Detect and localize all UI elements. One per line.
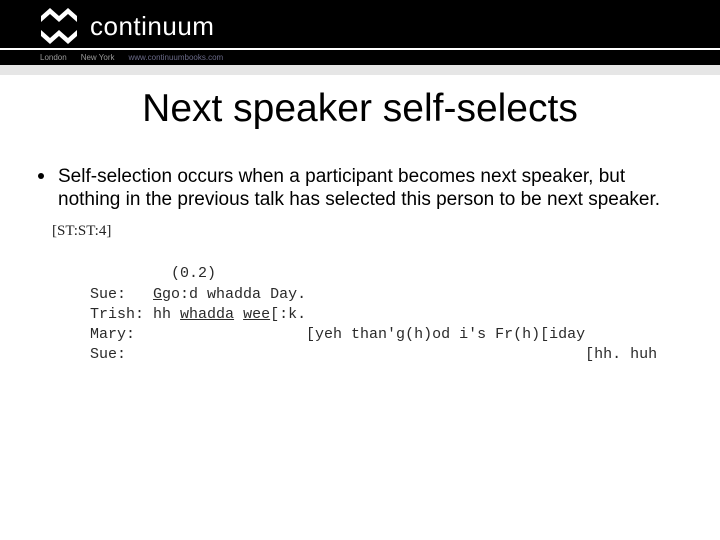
bullet-text: Self-selection occurs when a participant… — [58, 165, 680, 211]
logo-row: continuum — [0, 0, 720, 44]
transcript-line-sue1: Sue: Ggo:d whadda Day. — [90, 286, 306, 303]
transcript-id: [ST:ST:4] — [52, 223, 690, 240]
bullet-dot-icon — [38, 173, 44, 179]
transcript-line-sue2: Sue: [hh. huh — [90, 346, 657, 363]
transcript-line-trish: Trish: hh whadda wee[:k. — [90, 306, 306, 323]
location-newyork: New York — [81, 53, 115, 62]
header-url: www.continuumbooks.com — [129, 53, 224, 62]
bullet-item: Self-selection occurs when a participant… — [30, 165, 690, 211]
transcript-pause: (0.2) — [90, 265, 216, 282]
transcript-body: (0.2) Sue: Ggo:d whadda Day. Trish: hh w… — [52, 264, 690, 365]
transcript: [ST:ST:4] (0.2) Sue: Ggo:d whadda Day. T… — [30, 223, 690, 365]
header-strip — [0, 65, 720, 75]
location-london: London — [40, 53, 67, 62]
continuum-logo-icon — [38, 8, 80, 44]
slide-header: continuum London New York www.continuumb… — [0, 0, 720, 65]
transcript-line-mary: Mary: [yeh than'g(h)od i's Fr(h)[iday — [90, 326, 585, 343]
slide-title: Next speaker self-selects — [30, 87, 690, 131]
header-subrow: London New York www.continuumbooks.com — [0, 50, 720, 62]
brand-name: continuum — [90, 11, 214, 42]
slide-content: Next speaker self-selects Self-selection… — [0, 75, 720, 366]
